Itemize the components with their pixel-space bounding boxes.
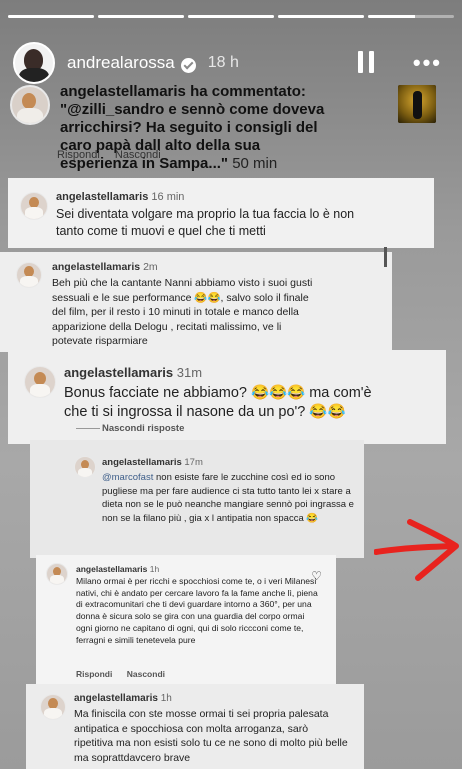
story-username[interactable]: andrealarossa [67,53,175,73]
comment-user[interactable]: angelastellamaris [76,564,147,574]
notification-time: 50 min [232,155,278,172]
comment-text: Sei diventata volgare ma proprio la tua … [56,207,355,238]
notification-avatar [10,85,50,125]
comment-text: Bonus facciate ne abbiamo? 😂😂😂 ma com'è … [64,385,372,420]
comment-user[interactable]: angelastellamaris [102,457,182,468]
notification-thumbnail [398,85,436,123]
hide-replies-link[interactable]: Nascondi risposte [102,423,184,434]
verified-badge-icon [180,57,196,73]
red-arrow-icon [374,519,459,581]
comment-time: 17m [184,457,203,468]
progress-segment [278,15,364,18]
comment-time: 2m [143,261,158,273]
notification-comment: "@zilli_sandro e sennò come doveva arric… [60,101,325,172]
commenter-avatar [74,456,96,478]
notification-action: ha commentato: [190,83,306,100]
commenter-avatar [46,563,68,585]
progress-segment [188,15,274,18]
progress-segment [98,15,184,18]
reply-link[interactable]: Rispondi [76,669,112,679]
comment-card: angelastellamaris 1h ♡ Milano ormai è pe… [36,555,336,687]
comment-user[interactable]: angelastellamaris [74,693,158,704]
story-time: 18 h [207,54,239,71]
comment-user[interactable]: angelastellamaris [64,365,173,380]
comment-card: angelastellamaris 17m @marcofast non esi… [30,440,364,558]
notification-user: angelastellamaris [60,83,186,100]
hide-link[interactable]: Nascondi [127,669,165,679]
story-header: andrealarossa 18 h ••• [13,42,452,84]
comment-time: 31m [176,365,203,380]
commenter-avatar [20,192,48,220]
comment-time: 1h [149,564,160,574]
commenter-avatar [16,262,42,288]
comment-text: Milano ormai è per ricchi e spocchiosi c… [76,576,318,645]
comment-card: angelastellamaris 31m Bonus facciate ne … [8,350,446,444]
comment-notification[interactable]: angelastellamaris ha commentato: "@zilli… [8,83,454,175]
reply-link[interactable]: Rispondi [57,149,100,161]
comment-card: angelastellamaris 16 min Sei diventata v… [8,178,434,248]
avatar[interactable] [13,42,55,84]
comment-text: Beh più che la cantante Nanni abbiamo vi… [52,277,313,347]
story-progress [8,15,454,18]
more-icon[interactable]: ••• [413,50,442,76]
text-cursor [384,247,387,267]
comment-user[interactable]: angelastellamaris [56,191,148,203]
progress-segment [8,15,94,18]
comment-time: 16 min [151,191,185,203]
mention-link[interactable]: @marcofast [102,472,153,483]
comment-card: angelastellamaris 1h Ma finiscila con st… [26,684,364,769]
progress-segment [368,15,454,18]
commenter-avatar [24,366,56,398]
comment-text: @marcofast non esiste fare le zucchine c… [102,471,358,525]
comment-time: 1h [160,693,172,704]
hide-link[interactable]: Nascondi [115,149,161,161]
comment-user[interactable]: angelastellamaris [52,261,140,273]
notification-actions: Rispondi Nascondi [57,149,173,161]
divider [76,428,100,429]
comment-card: angelastellamaris 2m Beh più che la cant… [0,252,392,352]
comment-text: Ma finiscila con ste mosse ormai ti sei … [74,708,348,764]
commenter-avatar [40,694,66,720]
pause-icon[interactable] [358,51,374,73]
